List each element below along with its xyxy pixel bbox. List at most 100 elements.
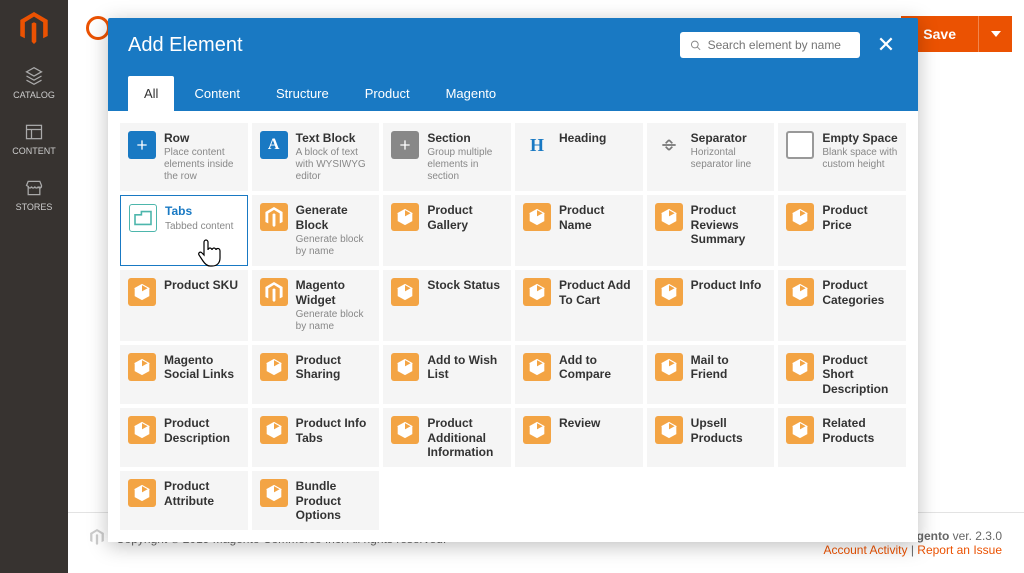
add-element-modal: Add Element ✕ AllContentStructureProduct… bbox=[108, 18, 918, 542]
sep-icon bbox=[655, 131, 683, 159]
element-section[interactable]: SectionGroup multiple elements in sectio… bbox=[383, 123, 511, 191]
modal-title: Add Element bbox=[128, 34, 243, 57]
box-icon bbox=[786, 416, 814, 444]
element-title: Mail to Friend bbox=[691, 353, 767, 382]
element-title: Product Additional Information bbox=[427, 416, 503, 459]
element-title: Row bbox=[164, 131, 240, 145]
element-product-additional-information[interactable]: Product Additional Information bbox=[383, 408, 511, 467]
element-title: Product Info bbox=[691, 278, 762, 292]
element-title: Magento Social Links bbox=[164, 353, 240, 382]
box-icon bbox=[786, 278, 814, 306]
element-desc: A block of text with WYSIWYG editor bbox=[296, 147, 372, 183]
tab-content[interactable]: Content bbox=[178, 76, 256, 111]
loading-ring-icon bbox=[86, 16, 110, 40]
box-icon bbox=[523, 416, 551, 444]
element-upsell-products[interactable]: Upsell Products bbox=[647, 408, 775, 467]
element-product-sharing[interactable]: Product Sharing bbox=[252, 345, 380, 404]
box-icon bbox=[128, 353, 156, 381]
element-title: Product Description bbox=[164, 416, 240, 445]
element-title: Product Add To Cart bbox=[559, 278, 635, 307]
sidebar-item-catalog[interactable]: CATALOG bbox=[13, 66, 55, 100]
plus-icon bbox=[128, 131, 156, 159]
element-desc: Place content elements inside the row bbox=[164, 147, 240, 183]
sidebar-item-content[interactable]: CONTENT bbox=[12, 122, 56, 156]
report-issue-link[interactable]: Report an Issue bbox=[917, 543, 1002, 557]
box-icon bbox=[391, 353, 419, 381]
element-title: Stock Status bbox=[427, 278, 500, 292]
element-title: Product Attribute bbox=[164, 479, 240, 508]
element-stock-status[interactable]: Stock Status bbox=[383, 270, 511, 341]
element-product-sku[interactable]: Product SKU bbox=[120, 270, 248, 341]
box-icon bbox=[260, 479, 288, 507]
account-activity-link[interactable]: Account Activity bbox=[823, 543, 907, 557]
element-generate-block[interactable]: Generate BlockGenerate block by name bbox=[252, 195, 380, 266]
box-icon bbox=[260, 416, 288, 444]
tab-structure[interactable]: Structure bbox=[260, 76, 345, 111]
element-product-name[interactable]: Product Name bbox=[515, 195, 643, 266]
box-icon bbox=[523, 353, 551, 381]
element-product-description[interactable]: Product Description bbox=[120, 408, 248, 467]
element-tabs[interactable]: TabsTabbed content bbox=[120, 195, 248, 266]
element-empty-space[interactable]: Empty SpaceBlank space with custom heigh… bbox=[778, 123, 906, 191]
element-title: Review bbox=[559, 416, 600, 430]
element-title: Empty Space bbox=[822, 131, 898, 145]
box-icon bbox=[786, 353, 814, 381]
box-icon bbox=[655, 416, 683, 444]
element-text-block[interactable]: AText BlockA block of text with WYSIWYG … bbox=[252, 123, 380, 191]
element-related-products[interactable]: Related Products bbox=[778, 408, 906, 467]
element-title: Product Categories bbox=[822, 278, 898, 307]
element-row[interactable]: Row Place content elements inside the row bbox=[120, 123, 248, 191]
H-icon: H bbox=[523, 131, 551, 159]
element-heading[interactable]: HHeading bbox=[515, 123, 643, 191]
outline-icon bbox=[786, 131, 814, 159]
tabs-icon bbox=[129, 204, 157, 232]
element-product-price[interactable]: Product Price bbox=[778, 195, 906, 266]
element-title: Separator bbox=[691, 131, 767, 145]
A-icon: A bbox=[260, 131, 288, 159]
tab-magento[interactable]: Magento bbox=[430, 76, 513, 111]
element-product-add-to-cart[interactable]: Product Add To Cart bbox=[515, 270, 643, 341]
save-dropdown-button[interactable] bbox=[978, 16, 1012, 52]
element-product-categories[interactable]: Product Categories bbox=[778, 270, 906, 341]
element-product-short-description[interactable]: Product Short Description bbox=[778, 345, 906, 404]
element-product-attribute[interactable]: Product Attribute bbox=[120, 471, 248, 530]
element-separator[interactable]: SeparatorHorizontal separator line bbox=[647, 123, 775, 191]
element-magento-widget[interactable]: Magento WidgetGenerate block by name bbox=[252, 270, 380, 341]
element-add-to-compare[interactable]: Add to Compare bbox=[515, 345, 643, 404]
sidebar-item-label: CONTENT bbox=[12, 146, 56, 156]
search-input[interactable] bbox=[708, 38, 850, 52]
magento-logo-icon[interactable] bbox=[14, 8, 54, 48]
tab-product[interactable]: Product bbox=[349, 76, 426, 111]
search-input-wrap[interactable] bbox=[680, 32, 860, 58]
box-icon bbox=[655, 203, 683, 231]
box-icon bbox=[128, 479, 156, 507]
element-product-info-tabs[interactable]: Product Info Tabs bbox=[252, 408, 380, 467]
sidebar-item-label: STORES bbox=[16, 202, 53, 212]
element-mail-to-friend[interactable]: Mail to Friend bbox=[647, 345, 775, 404]
element-title: Product SKU bbox=[164, 278, 238, 292]
element-product-info[interactable]: Product Info bbox=[647, 270, 775, 341]
box-icon bbox=[128, 416, 156, 444]
plus-icon bbox=[391, 131, 419, 159]
sidebar-item-stores[interactable]: STORES bbox=[16, 178, 53, 212]
search-icon bbox=[690, 39, 702, 52]
element-magento-social-links[interactable]: Magento Social Links bbox=[120, 345, 248, 404]
tab-all[interactable]: All bbox=[128, 76, 174, 111]
box-icon bbox=[260, 353, 288, 381]
element-title: Product Name bbox=[559, 203, 635, 232]
close-icon[interactable]: ✕ bbox=[874, 32, 898, 58]
element-title: Add to Wish List bbox=[427, 353, 503, 382]
element-product-reviews-summary[interactable]: Product Reviews Summary bbox=[647, 195, 775, 266]
element-desc: Generate block by name bbox=[296, 309, 372, 333]
elements-grid: Row Place content elements inside the row… bbox=[120, 123, 906, 530]
element-product-gallery[interactable]: Product Gallery bbox=[383, 195, 511, 266]
element-title: Product Sharing bbox=[296, 353, 372, 382]
element-add-to-wish-list[interactable]: Add to Wish List bbox=[383, 345, 511, 404]
box-icon bbox=[523, 278, 551, 306]
element-title: Product Short Description bbox=[822, 353, 898, 396]
element-title: Product Price bbox=[822, 203, 898, 232]
element-review[interactable]: Review bbox=[515, 408, 643, 467]
element-title: Bundle Product Options bbox=[296, 479, 372, 522]
element-title: Product Gallery bbox=[427, 203, 503, 232]
element-bundle-product-options[interactable]: Bundle Product Options bbox=[252, 471, 380, 530]
